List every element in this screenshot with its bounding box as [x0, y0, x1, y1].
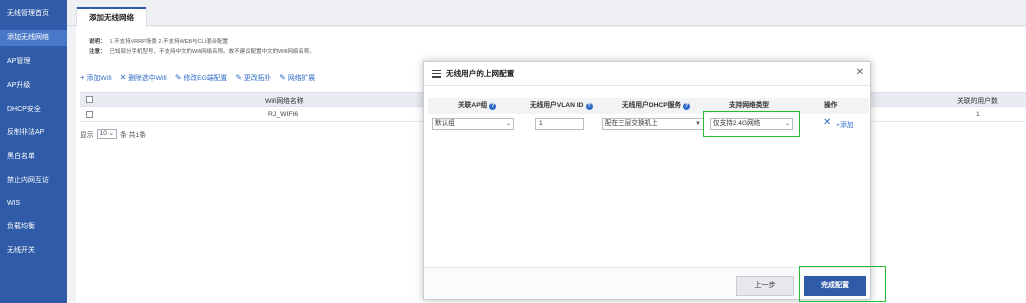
plus-icon: + [80, 72, 85, 82]
pager: 显示 10 ⌄ 条 共1条 [80, 129, 146, 139]
header-ap-group: 关联AP组 ? [458, 98, 497, 114]
help-icon[interactable]: ? [585, 102, 593, 110]
sidebar-item-wis[interactable]: WIS [0, 196, 67, 212]
ap-group-value: 默认组 [435, 120, 455, 127]
network-expand-button[interactable]: ✎ 网络扩展 [279, 72, 316, 83]
toolbar: + 添加Wifi ✕ 删除选中Wifi ✎ 修改EG端配置 ✎ 更改拓扑 ✎ 网… [80, 72, 316, 83]
sidebar-item-dhcp-security[interactable]: DHCP安全 [0, 102, 67, 118]
sidebar-item-wireless-switch[interactable]: 无线开关 [0, 243, 67, 259]
delete-wifi-label: 删除选中Wifi [128, 75, 167, 82]
notes: 说明： 1.不支持VRRP场景 2.不支持WEB与CLI混合配置 注意： 已知部… [89, 37, 315, 57]
header-action: 操作 [824, 98, 837, 114]
finish-button-highlight [799, 266, 886, 302]
triangle-down-icon: ▼ [695, 121, 701, 127]
network-expand-label: 网络扩展 [287, 75, 316, 82]
header-vlan: 无线用户VLAN ID ? [530, 98, 593, 114]
sidebar: 无线管理首页 添加无线网络 AP管理 AP升级 DHCP安全 反制非法AP 黑白… [0, 0, 67, 303]
cell-wifi-name: RJ_WIFI6 [268, 110, 299, 118]
network-config-dialog: 无线用户的上网配置 ✕ 关联AP组 ? 无线用户VLAN ID ? 无线用户DH… [423, 61, 871, 300]
net-type-value: 仅支持2.4G网络 [713, 120, 761, 127]
menu-icon [432, 69, 441, 78]
add-wifi-button[interactable]: + 添加Wifi [80, 72, 112, 83]
cell-user-count: 1 [976, 110, 980, 118]
header-action-label: 操作 [824, 102, 838, 109]
note-text: 1.不支持VRRP场景 2.不支持WEB与CLI混合配置 [109, 39, 229, 45]
help-icon[interactable]: ? [489, 102, 497, 110]
header-ap-group-label: 关联AP组 [458, 102, 488, 109]
change-topology-label: 更改拓扑 [244, 75, 272, 82]
note-label: 说明： [89, 39, 106, 45]
tab-bar: 添加无线网络 [67, 0, 1026, 27]
chevron-down-icon: ⌄ [784, 121, 790, 127]
dhcp-service-select[interactable]: 配在三层交换机上 ▼ [602, 118, 704, 130]
sidebar-item-ap-upgrade[interactable]: AP升级 [0, 78, 67, 94]
header-dhcp-label: 无线用户DHCP服务 [622, 102, 682, 109]
row-checkbox[interactable] [86, 110, 93, 118]
ap-group-select[interactable]: 默认组 ⌄ [432, 118, 514, 130]
tab-add-wireless[interactable]: 添加无线网络 [76, 7, 147, 27]
sidebar-item-add-wireless[interactable]: 添加无线网络 [0, 30, 67, 46]
sidebar-item-isolation[interactable]: 禁止内网互访 [0, 173, 67, 189]
close-icon: ✕ [119, 72, 127, 82]
pager-show-label: 显示 [80, 132, 94, 139]
config-table-header: 关联AP组 ? 无线用户VLAN ID ? 无线用户DHCP服务 ? 支持网络类… [428, 98, 869, 114]
select-all-checkbox[interactable] [86, 96, 93, 103]
config-row: 默认组 ⌄ 1 配在三层交换机上 ▼ 仅支持2.4G网络 ⌄ ✕ +添加 [428, 111, 869, 137]
sidebar-item-ap-manage[interactable]: AP管理 [0, 54, 67, 70]
sidebar-item-load-balance[interactable]: 负载均衡 [0, 219, 67, 235]
delete-wifi-button[interactable]: ✕ 删除选中Wifi [119, 72, 167, 83]
modify-eg-label: 修改EG端配置 [183, 75, 228, 82]
previous-step-button[interactable]: 上一步 [736, 276, 794, 296]
help-icon[interactable]: ? [683, 102, 691, 110]
vlan-id-value: 1 [539, 120, 543, 127]
page-size-select[interactable]: 10 ⌄ [96, 129, 118, 139]
close-icon[interactable]: ✕ [856, 67, 864, 78]
header-user-count: 关联的用户数 [957, 97, 998, 105]
header-vlan-label: 无线用户VLAN ID [530, 102, 584, 109]
pager-total: 条 共1条 [120, 132, 147, 139]
dialog-header: 无线用户的上网配置 [424, 62, 870, 86]
warning-label: 注意： [89, 49, 106, 55]
header-wifi-name: Wifi网络名称 [265, 97, 304, 105]
chevron-down-icon: ⌄ [505, 121, 511, 127]
edit-icon: ✎ [279, 72, 286, 82]
page-size-value: 10 [99, 130, 107, 137]
chevron-down-icon: ⌄ [108, 130, 115, 137]
sidebar-item-counter-rogue-ap[interactable]: 反制非法AP [0, 125, 67, 141]
config-table: 关联AP组 ? 无线用户VLAN ID ? 无线用户DHCP服务 ? 支持网络类… [428, 98, 869, 137]
change-topology-button[interactable]: ✎ 更改拓扑 [235, 72, 272, 83]
warning-text: 已知部分手机型号，不支持中文的Wifi网络名称。故不建议配置中文的Wifi网络名… [109, 49, 315, 55]
add-row-button[interactable]: +添加 [836, 119, 854, 129]
sidebar-item-black-white-list[interactable]: 黑白名单 [0, 149, 67, 165]
vlan-id-input[interactable]: 1 [535, 118, 584, 130]
edit-icon: ✎ [174, 72, 182, 82]
sidebar-item-home[interactable]: 无线管理首页 [0, 6, 67, 22]
header-dhcp: 无线用户DHCP服务 ? [622, 98, 691, 114]
delete-row-icon[interactable]: ✕ [823, 117, 831, 128]
dhcp-service-value: 配在三层交换机上 [605, 120, 658, 127]
dialog-title: 无线用户的上网配置 [446, 69, 515, 78]
add-wifi-label: 添加Wifi [86, 75, 112, 82]
modify-eg-button[interactable]: ✎ 修改EG端配置 [174, 72, 228, 83]
edit-icon: ✎ [235, 72, 243, 82]
add-row-label: 添加 [839, 122, 854, 129]
net-type-select[interactable]: 仅支持2.4G网络 ⌄ [710, 118, 793, 130]
